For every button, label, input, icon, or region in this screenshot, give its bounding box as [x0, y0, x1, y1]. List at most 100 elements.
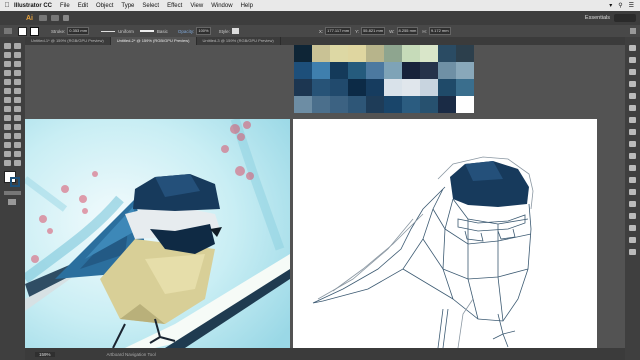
w-field[interactable]: 8.255 mm — [396, 27, 419, 35]
pen-tool-icon[interactable] — [4, 61, 11, 67]
palette-swatch[interactable] — [402, 62, 420, 79]
tab-untitled-1[interactable]: Untitled-1* @ 159% (RGB/GPU Preview) — [25, 37, 111, 45]
artboards-panel-icon[interactable] — [629, 201, 636, 207]
selection-tool-icon[interactable] — [4, 43, 11, 49]
palette-swatch[interactable] — [456, 45, 474, 62]
rotate-tool-icon[interactable] — [14, 97, 21, 103]
curvature-tool-icon[interactable] — [14, 61, 21, 67]
zoom-level-field[interactable]: 159% — [35, 351, 55, 357]
symbols-panel-icon[interactable] — [629, 117, 636, 123]
gradient-panel-icon[interactable] — [629, 141, 636, 147]
lasso-tool-icon[interactable] — [14, 52, 21, 58]
palette-swatch[interactable] — [384, 79, 402, 96]
artboard-tool-icon[interactable] — [14, 151, 21, 157]
color-guide-panel-icon[interactable] — [629, 81, 636, 87]
menu-select[interactable]: Select — [142, 3, 159, 9]
palette-swatch[interactable] — [402, 96, 420, 113]
mesh-tool-icon[interactable] — [14, 124, 21, 130]
profile-label[interactable]: Uniform — [118, 29, 134, 34]
line-segment-tool-icon[interactable] — [14, 70, 21, 76]
stroke-panel-icon[interactable] — [629, 129, 636, 135]
gradient-tool-icon[interactable] — [4, 133, 11, 139]
palette-swatch[interactable] — [348, 62, 366, 79]
transparency-panel-icon[interactable] — [629, 153, 636, 159]
palette-swatch[interactable] — [420, 79, 438, 96]
properties-panel-icon[interactable] — [629, 45, 636, 51]
pathfinder-panel-icon[interactable] — [629, 225, 636, 231]
magic-wand-tool-icon[interactable] — [4, 52, 11, 58]
brush-label[interactable]: Basic — [157, 29, 168, 34]
palette-swatch[interactable] — [294, 79, 312, 96]
rectangle-tool-icon[interactable] — [4, 79, 11, 85]
style-swatch[interactable] — [231, 28, 239, 34]
zoom-tool-icon[interactable] — [14, 160, 21, 166]
palette-swatch[interactable] — [312, 79, 330, 96]
menu-object[interactable]: Object — [96, 3, 113, 9]
stroke-weight-field[interactable]: 0.353 mm — [67, 27, 90, 35]
palette-swatch[interactable] — [330, 62, 348, 79]
eyedropper-tool-icon[interactable] — [14, 133, 21, 139]
palette-swatch[interactable] — [330, 79, 348, 96]
menu-view[interactable]: View — [190, 3, 203, 9]
h-field[interactable]: 9.172 mm — [428, 27, 451, 35]
swatches-panel-icon[interactable] — [629, 93, 636, 99]
paintbrush-tool-icon[interactable] — [14, 79, 21, 85]
fill-swatch[interactable] — [18, 26, 27, 36]
shape-builder-tool-icon[interactable] — [14, 115, 21, 121]
list-icon[interactable]: ☰ — [629, 2, 634, 9]
tab-untitled-3[interactable]: Untitled-3 @ 159% (RGB/GPU Preview) — [197, 37, 281, 45]
artboard-colored-bird[interactable] — [25, 119, 290, 348]
menu-window[interactable]: Window — [211, 3, 232, 9]
x-field[interactable]: 177.117 mm — [325, 27, 352, 35]
perspective-grid-tool-icon[interactable] — [4, 124, 11, 130]
variable-width-profile[interactable] — [101, 30, 116, 32]
palette-swatch[interactable] — [312, 45, 330, 62]
width-tool-icon[interactable] — [14, 106, 21, 112]
palette-swatch[interactable] — [438, 45, 456, 62]
palette-swatch[interactable] — [330, 45, 348, 62]
palette-swatch[interactable] — [456, 96, 474, 113]
palette-swatch[interactable] — [384, 62, 402, 79]
transform-panel-icon[interactable] — [629, 237, 636, 243]
direct-selection-tool-icon[interactable] — [14, 43, 21, 49]
character-panel-icon[interactable] — [629, 249, 636, 255]
color-mode-icon[interactable] — [4, 191, 21, 195]
palette-swatch[interactable] — [402, 79, 420, 96]
palette-swatch[interactable] — [438, 62, 456, 79]
send-icon[interactable] — [63, 15, 69, 21]
palette-swatch[interactable] — [384, 45, 402, 62]
search-stock-field[interactable] — [614, 14, 636, 22]
stroke-swatch[interactable] — [30, 26, 39, 36]
palette-swatch[interactable] — [420, 96, 438, 113]
bridge-icon[interactable] — [39, 15, 47, 21]
panel-menu-icon[interactable] — [630, 28, 636, 34]
align-panel-icon[interactable] — [629, 213, 636, 219]
menu-help[interactable]: Help — [241, 3, 253, 9]
palette-swatch[interactable] — [294, 62, 312, 79]
menu-app-name[interactable]: Illustrator CC — [14, 3, 52, 9]
palette-swatch[interactable] — [312, 62, 330, 79]
palette-swatch[interactable] — [330, 96, 348, 113]
blend-tool-icon[interactable] — [4, 142, 11, 148]
screen-mode-icon[interactable] — [8, 199, 16, 205]
palette-swatch[interactable] — [456, 79, 474, 96]
wifi-icon[interactable]: ▾ — [609, 2, 612, 9]
palette-swatch[interactable] — [366, 45, 384, 62]
palette-swatch[interactable] — [438, 96, 456, 113]
libraries-panel-icon[interactable] — [629, 57, 636, 63]
menu-type[interactable]: Type — [121, 3, 134, 9]
apple-icon[interactable]:  — [0, 2, 14, 9]
status-text[interactable]: Artboard Navigation Tool — [107, 352, 156, 357]
stroke-color-swatch[interactable] — [10, 177, 20, 187]
layers-panel-icon[interactable] — [629, 189, 636, 195]
appearance-panel-icon[interactable] — [629, 165, 636, 171]
menu-edit[interactable]: Edit — [78, 3, 88, 9]
shaper-tool-icon[interactable] — [4, 88, 11, 94]
artboard-outline-bird[interactable] — [293, 119, 597, 348]
eraser-tool-icon[interactable] — [4, 97, 11, 103]
palette-swatch[interactable] — [348, 79, 366, 96]
color-palette-swatches[interactable] — [294, 45, 474, 113]
palette-swatch[interactable] — [366, 62, 384, 79]
color-panel-icon[interactable] — [629, 69, 636, 75]
palette-swatch[interactable] — [420, 45, 438, 62]
